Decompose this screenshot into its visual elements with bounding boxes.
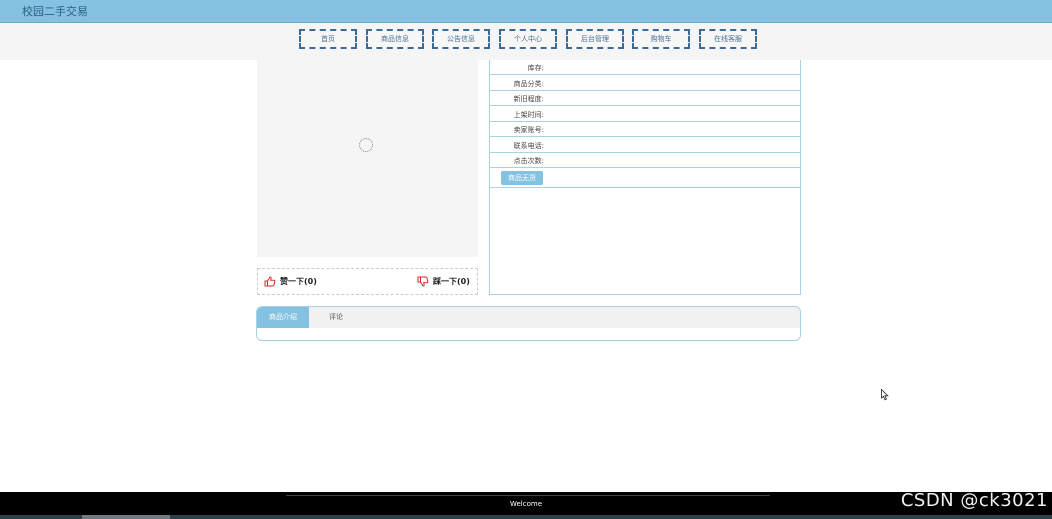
product-info-panel: 库存: 商品分类: 新旧程度: 上架时间: 卖家账号: 联系电话: 点击次数: … [489, 60, 801, 295]
dislike-label: 踩一下(0) [433, 277, 470, 286]
tab-strip: 商品介绍 评论 [257, 307, 800, 328]
category-label: 商品分类: [513, 79, 544, 88]
tab-product-intro[interactable]: 商品介绍 [257, 307, 309, 328]
main-navigation: 首页 商品信息 公告信息 个人中心 后台管理 购物车 在线客服 [0, 23, 1052, 60]
nav-announcements[interactable]: 公告信息 [432, 29, 490, 49]
taskbar-segment [82, 515, 170, 519]
site-title[interactable]: 校园二手交易 [22, 3, 88, 19]
condition-label: 新旧程度: [513, 95, 544, 103]
nav-cart[interactable]: 购物车 [632, 29, 690, 49]
loading-spinner-icon [359, 138, 373, 152]
info-row-stock: 库存: [490, 60, 800, 75]
top-header-bar: 校园二手交易 [0, 0, 1052, 23]
click-count-label: 点击次数: [513, 157, 544, 165]
footer-divider [286, 495, 770, 496]
dislike-button[interactable]: 踩一下(0) [417, 276, 470, 287]
mouse-pointer-icon [881, 389, 889, 401]
thumbs-down-icon [417, 276, 429, 287]
like-button[interactable]: 赞一下(0) [264, 276, 317, 287]
nav-user-center[interactable]: 个人中心 [499, 29, 557, 49]
vote-bar: 赞一下(0) 踩一下(0) [257, 268, 478, 295]
listed-time-label: 上架时间: [513, 110, 544, 119]
info-row-seller-account: 卖家账号: [490, 122, 800, 137]
thumbs-up-icon [264, 276, 276, 287]
nav-home[interactable]: 首页 [299, 29, 357, 49]
watermark: CSDN @ck3021 [900, 490, 1048, 511]
tab-comments[interactable]: 评论 [315, 307, 357, 328]
info-row-listed-time: 上架时间: [490, 107, 800, 122]
info-row-click-count: 点击次数: [490, 153, 800, 168]
sold-out-button[interactable]: 商品无货 [501, 171, 543, 185]
detail-tabs: 商品介绍 评论 [256, 306, 801, 341]
like-label: 赞一下(0) [280, 277, 317, 286]
nav-online-service[interactable]: 在线客服 [699, 29, 757, 49]
stock-label: 库存: [527, 64, 544, 72]
info-row-phone: 联系电话: [490, 138, 800, 153]
info-row-condition: 新旧程度: [490, 91, 800, 106]
footer: Welcome [0, 492, 1052, 519]
phone-label: 联系电话: [513, 141, 544, 150]
action-row: 商品无货 [490, 168, 800, 188]
nav-admin[interactable]: 后台管理 [566, 29, 624, 49]
product-image-area [257, 60, 478, 257]
info-row-category: 商品分类: [490, 76, 800, 91]
seller-account-label: 卖家账号: [513, 126, 544, 134]
footer-welcome-text: Welcome [509, 500, 543, 508]
nav-products[interactable]: 商品信息 [366, 29, 424, 49]
